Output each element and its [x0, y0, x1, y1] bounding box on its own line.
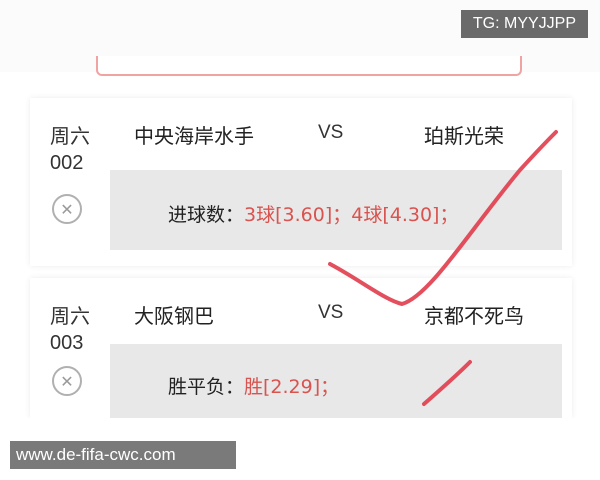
- pick-values: 胜[2.29]；: [244, 376, 340, 398]
- telegram-badge: TG: MYYJJPP: [460, 10, 588, 38]
- pick-line: 胜平负：胜[2.29]；: [168, 372, 339, 399]
- previous-card-edge: [96, 56, 522, 76]
- match-day: 周六: [50, 124, 90, 148]
- watermark-url: www.de-fifa-cwc.com: [10, 441, 236, 469]
- pick-label: 胜平负：: [168, 376, 245, 398]
- pick-values: 3球[3.60]；4球[4.30]；: [244, 204, 459, 226]
- match-day: 周六: [50, 304, 90, 328]
- match-number: 003: [50, 332, 84, 354]
- away-team: 珀斯光荣: [424, 124, 504, 148]
- pick-label: 进球数：: [168, 204, 245, 226]
- match-card[interactable]: 周六 003 大阪钢巴 VS 京都不死鸟 ✕ 胜平负：胜[2.29]；: [30, 278, 572, 418]
- pick-box: 胜平负：胜[2.29]；: [110, 344, 562, 418]
- match-card[interactable]: 周六 002 中央海岸水手 VS 珀斯光荣 ✕ 进球数：3球[3.60]；4球[…: [30, 98, 572, 266]
- away-team: 京都不死鸟: [424, 304, 524, 328]
- home-team: 大阪钢巴: [134, 304, 214, 328]
- match-number: 002: [50, 152, 84, 174]
- close-icon[interactable]: ✕: [52, 366, 82, 396]
- vs-label: VS: [318, 122, 344, 143]
- vs-label: VS: [318, 302, 344, 323]
- home-team: 中央海岸水手: [134, 124, 254, 148]
- close-icon[interactable]: ✕: [52, 194, 82, 224]
- pick-box: 进球数：3球[3.60]；4球[4.30]；: [110, 170, 562, 250]
- pick-line: 进球数：3球[3.60]；4球[4.30]；: [168, 200, 458, 227]
